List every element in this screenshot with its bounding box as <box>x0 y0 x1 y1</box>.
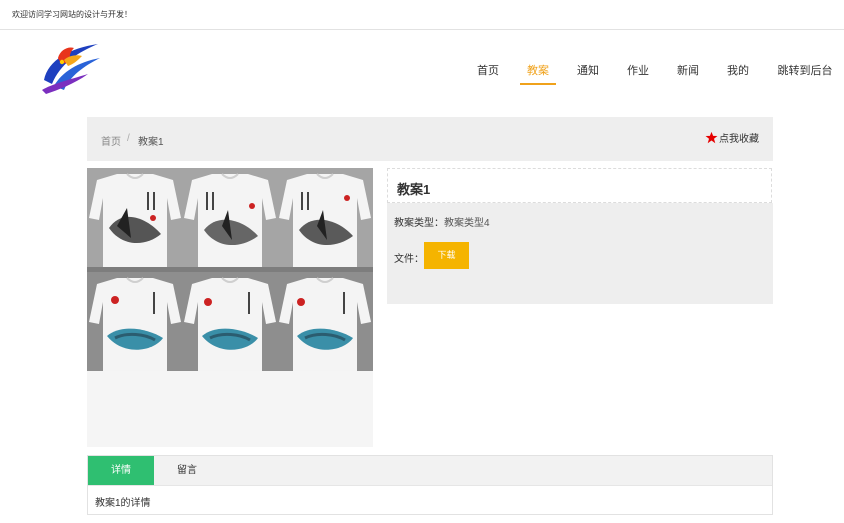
detail-title-box: 教案1 <box>387 168 772 203</box>
type-value: 教案类型4 <box>444 218 490 229</box>
download-button[interactable]: 下载 <box>424 242 469 269</box>
breadcrumb: 首页 / 教案1 点我收藏 <box>87 117 773 161</box>
tab-details[interactable]: 详情 <box>88 456 154 485</box>
favorite-label: 点我收藏 <box>719 134 759 145</box>
breadcrumb-current: 教案1 <box>138 137 164 148</box>
product-image[interactable] <box>87 168 373 371</box>
nav-item-homework[interactable]: 作业 <box>624 63 652 85</box>
file-label: 文件： <box>394 254 424 265</box>
nav-item-notices[interactable]: 通知 <box>574 63 602 85</box>
detail-tabs: 详情 留言 教案1的详情 <box>87 455 773 515</box>
nav-item-mine[interactable]: 我的 <box>724 63 752 85</box>
tab-comments[interactable]: 留言 <box>154 456 220 485</box>
breadcrumb-home[interactable]: 首页 <box>101 133 121 148</box>
detail-title: 教案1 <box>397 182 431 197</box>
nav-item-lesson-plans[interactable]: 教案 <box>520 63 556 85</box>
nav-item-home[interactable]: 首页 <box>474 63 502 85</box>
main-nav: 首页 教案 通知 作业 新闻 我的 跳转到后台 <box>0 63 844 89</box>
type-label: 教案类型： <box>394 218 444 229</box>
breadcrumb-separator: / <box>127 133 130 144</box>
detail-info: 教案类型：教案类型4 文件： 下载 <box>387 203 773 304</box>
nav-item-news[interactable]: 新闻 <box>674 63 702 85</box>
star-icon <box>705 131 718 144</box>
image-panel <box>87 168 373 447</box>
tab-content: 教案1的详情 <box>95 498 151 509</box>
nav-item-admin[interactable]: 跳转到后台 <box>774 63 836 85</box>
file-row: 文件： <box>394 250 424 265</box>
type-row: 教案类型：教案类型4 <box>394 214 490 229</box>
favorite-button[interactable]: 点我收藏 <box>705 130 759 145</box>
top-bar: 欢迎访问学习网站的设计与开发！ <box>0 0 844 30</box>
tab-header: 详情 留言 <box>88 456 772 486</box>
welcome-text: 欢迎访问学习网站的设计与开发！ <box>12 10 132 19</box>
